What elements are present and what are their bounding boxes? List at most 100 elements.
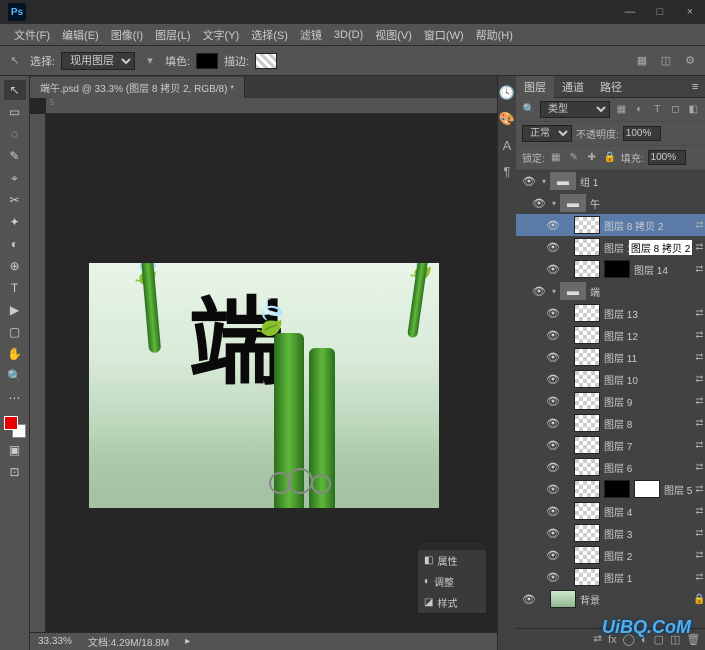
visibility-toggle-icon[interactable]: 👁 [544,329,562,342]
menu-layer[interactable]: 图层(L) [149,27,196,43]
opacity-input[interactable] [623,126,661,141]
layer-name[interactable]: 图层 1 [604,570,692,585]
visibility-toggle-icon[interactable]: 👁 [544,505,562,518]
layer-thumbnail[interactable] [574,524,600,542]
layer-item[interactable]: 👁图层 11⮂ [516,346,705,368]
layer-thumbnail[interactable] [574,502,600,520]
layer-name[interactable]: 图层 6 [604,460,692,475]
layer-name[interactable]: 图层 14 [634,262,692,277]
canvas-viewport[interactable]: 5 🍃 🍃 端 🍃 [30,98,497,632]
clone-tool[interactable]: ◐ [4,234,26,254]
link-icon[interactable]: ⮂ [692,550,705,561]
layer-thumbnail[interactable] [574,260,600,278]
layers-list[interactable]: 👁▾▬组 1👁▾▬午👁图层 8 拷贝 2⮂👁图层 15图层 8 拷贝 2⮂👁图层… [516,170,705,628]
layer-thumbnail[interactable] [574,304,600,322]
layer-item[interactable]: 👁图层 7⮂ [516,434,705,456]
layer-name[interactable]: 图层 8 拷贝 2 [604,218,692,233]
layer-thumbnail[interactable] [574,414,600,432]
delete-layer-icon[interactable]: 🗑 [686,633,700,646]
arrange-icon[interactable]: ◫ [657,52,675,70]
layer-name[interactable]: 图层 9 [604,394,692,409]
styles-panel-button[interactable]: ◪样式 [418,592,486,613]
layer-item[interactable]: 👁图层 12⮂ [516,324,705,346]
layers-tab[interactable]: 图层 [516,76,554,98]
visibility-toggle-icon[interactable]: 👁 [544,439,562,452]
link-icon[interactable]: ⮂ [692,462,705,473]
visibility-toggle-icon[interactable]: 👁 [530,197,548,210]
link-icon[interactable]: ⮂ [692,220,705,231]
maximize-button[interactable]: □ [645,0,675,24]
layer-thumbnail[interactable] [574,326,600,344]
visibility-toggle-icon[interactable]: 👁 [544,549,562,562]
layer-item[interactable]: 👁图层 1⮂ [516,566,705,588]
menu-file[interactable]: 文件(F) [8,27,56,43]
minimize-button[interactable]: — [615,0,645,24]
visibility-toggle-icon[interactable]: 👁 [544,483,562,496]
ruler-horizontal[interactable]: 5 [46,98,497,114]
quick-select-tool[interactable]: ✎ [4,146,26,166]
foreground-color-swatch[interactable] [4,416,18,430]
layer-name[interactable]: 图层 13 [604,306,692,321]
layer-item[interactable]: 👁图层 10⮂ [516,368,705,390]
filter-pixel-icon[interactable]: ▦ [614,104,628,115]
menu-3d[interactable]: 3D(D) [328,29,369,41]
lock-all-icon[interactable]: 🔒 [603,152,617,163]
layer-group[interactable]: 👁▾▬端 [516,280,705,302]
layer-item[interactable]: 👁图层 9⮂ [516,390,705,412]
color-swatches[interactable] [4,416,26,438]
canvas[interactable]: 🍃 🍃 端 🍃 [89,263,439,508]
adjustments-panel-button[interactable]: ◐调整 [418,571,486,592]
layer-item[interactable]: 👁图层 13⮂ [516,302,705,324]
background-layer[interactable]: 👁背景🔒 [516,588,705,610]
layer-group[interactable]: 👁▾▬午 [516,192,705,214]
more-options-icon[interactable]: ⚙ [681,52,699,70]
expand-toggle-icon[interactable]: ▾ [538,177,550,186]
properties-panel-button[interactable]: ◧属性 [418,550,486,571]
layer-item[interactable]: 👁图层 5⮂ [516,478,705,500]
visibility-toggle-icon[interactable]: 👁 [530,285,548,298]
tool-preset-icon[interactable]: ↖ [6,52,24,70]
layer-thumbnail[interactable] [550,590,576,608]
layer-name[interactable]: 端 [590,284,705,299]
expand-toggle-icon[interactable]: ▾ [548,287,560,296]
link-icon[interactable]: ⮂ [692,418,705,429]
crop-tool[interactable]: ⌖ [4,168,26,188]
link-icon[interactable]: ⮂ [692,506,705,517]
layer-item[interactable]: 👁图层 3⮂ [516,522,705,544]
layer-thumbnail[interactable] [574,436,600,454]
menu-edit[interactable]: 编辑(E) [56,27,105,43]
layer-name[interactable]: 图层 3 [604,526,692,541]
visibility-toggle-icon[interactable]: 👁 [544,219,562,232]
filter-icon[interactable]: 🔍 [522,104,536,115]
align-icon[interactable]: ▦ [633,52,651,70]
layer-name[interactable]: 图层 10 [604,372,692,387]
fill-opacity-input[interactable] [648,150,686,165]
brush-tool[interactable]: ✦ [4,212,26,232]
document-tab[interactable]: 端午.psd @ 33.3% (图层 8 拷贝 2, RGB/8) * [30,77,245,98]
menu-type[interactable]: 文字(Y) [197,27,246,43]
path-tool[interactable]: ▶ [4,300,26,320]
link-icon[interactable]: ⮂ [692,374,705,385]
visibility-toggle-icon[interactable]: 👁 [544,461,562,474]
quickmask-tool[interactable]: ▣ [4,440,26,460]
layer-thumbnail[interactable] [574,458,600,476]
lasso-tool[interactable]: ◌ [4,124,26,144]
visibility-toggle-icon[interactable]: 👁 [544,571,562,584]
layer-mask-icon[interactable]: ◯ [623,633,635,646]
menu-select[interactable]: 选择(S) [245,27,294,43]
layer-thumbnail[interactable] [574,568,600,586]
layer-name[interactable]: 午 [590,196,705,211]
layer-thumbnail[interactable] [574,370,600,388]
visibility-toggle-icon[interactable]: 👁 [520,175,538,188]
layer-item[interactable]: 👁 图层 6⮂ [516,456,705,478]
visibility-toggle-icon[interactable]: 👁 [544,417,562,430]
filter-shape-icon[interactable]: ◻ [668,104,682,115]
link-icon[interactable]: ⮂ [692,396,705,407]
hand-tool[interactable]: ✋ [4,344,26,364]
stroke-swatch[interactable] [255,53,277,69]
ruler-vertical[interactable] [30,114,46,632]
screenmode-tool[interactable]: ⊡ [4,462,26,482]
layer-name[interactable]: 图层 2 [604,548,692,563]
link-icon[interactable]: ⮂ [692,264,705,275]
channels-tab[interactable]: 通道 [554,76,592,98]
